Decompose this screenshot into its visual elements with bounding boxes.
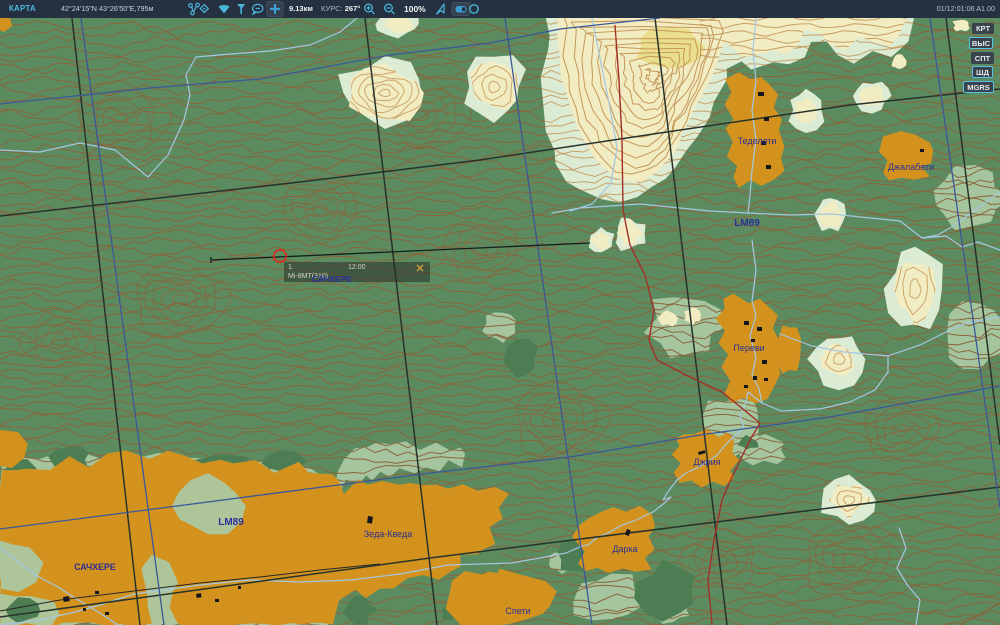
svg-text:LM89: LM89 <box>218 517 244 528</box>
svg-text:Джрия: Джрия <box>693 457 720 467</box>
svg-text:САЧХЕРЕ: САЧХЕРЕ <box>74 562 116 572</box>
svg-text:Дарка: Дарка <box>612 544 637 554</box>
svg-text:Джалабети: Джалабети <box>888 162 934 172</box>
svg-text:Спети: Спети <box>505 606 530 616</box>
svg-text:Зеда-Кведа: Зеда-Кведа <box>364 529 413 539</box>
svg-text:Переви: Переви <box>733 343 764 353</box>
svg-text:Теделети: Теделети <box>738 136 777 146</box>
svg-text:LM89: LM89 <box>734 218 760 229</box>
